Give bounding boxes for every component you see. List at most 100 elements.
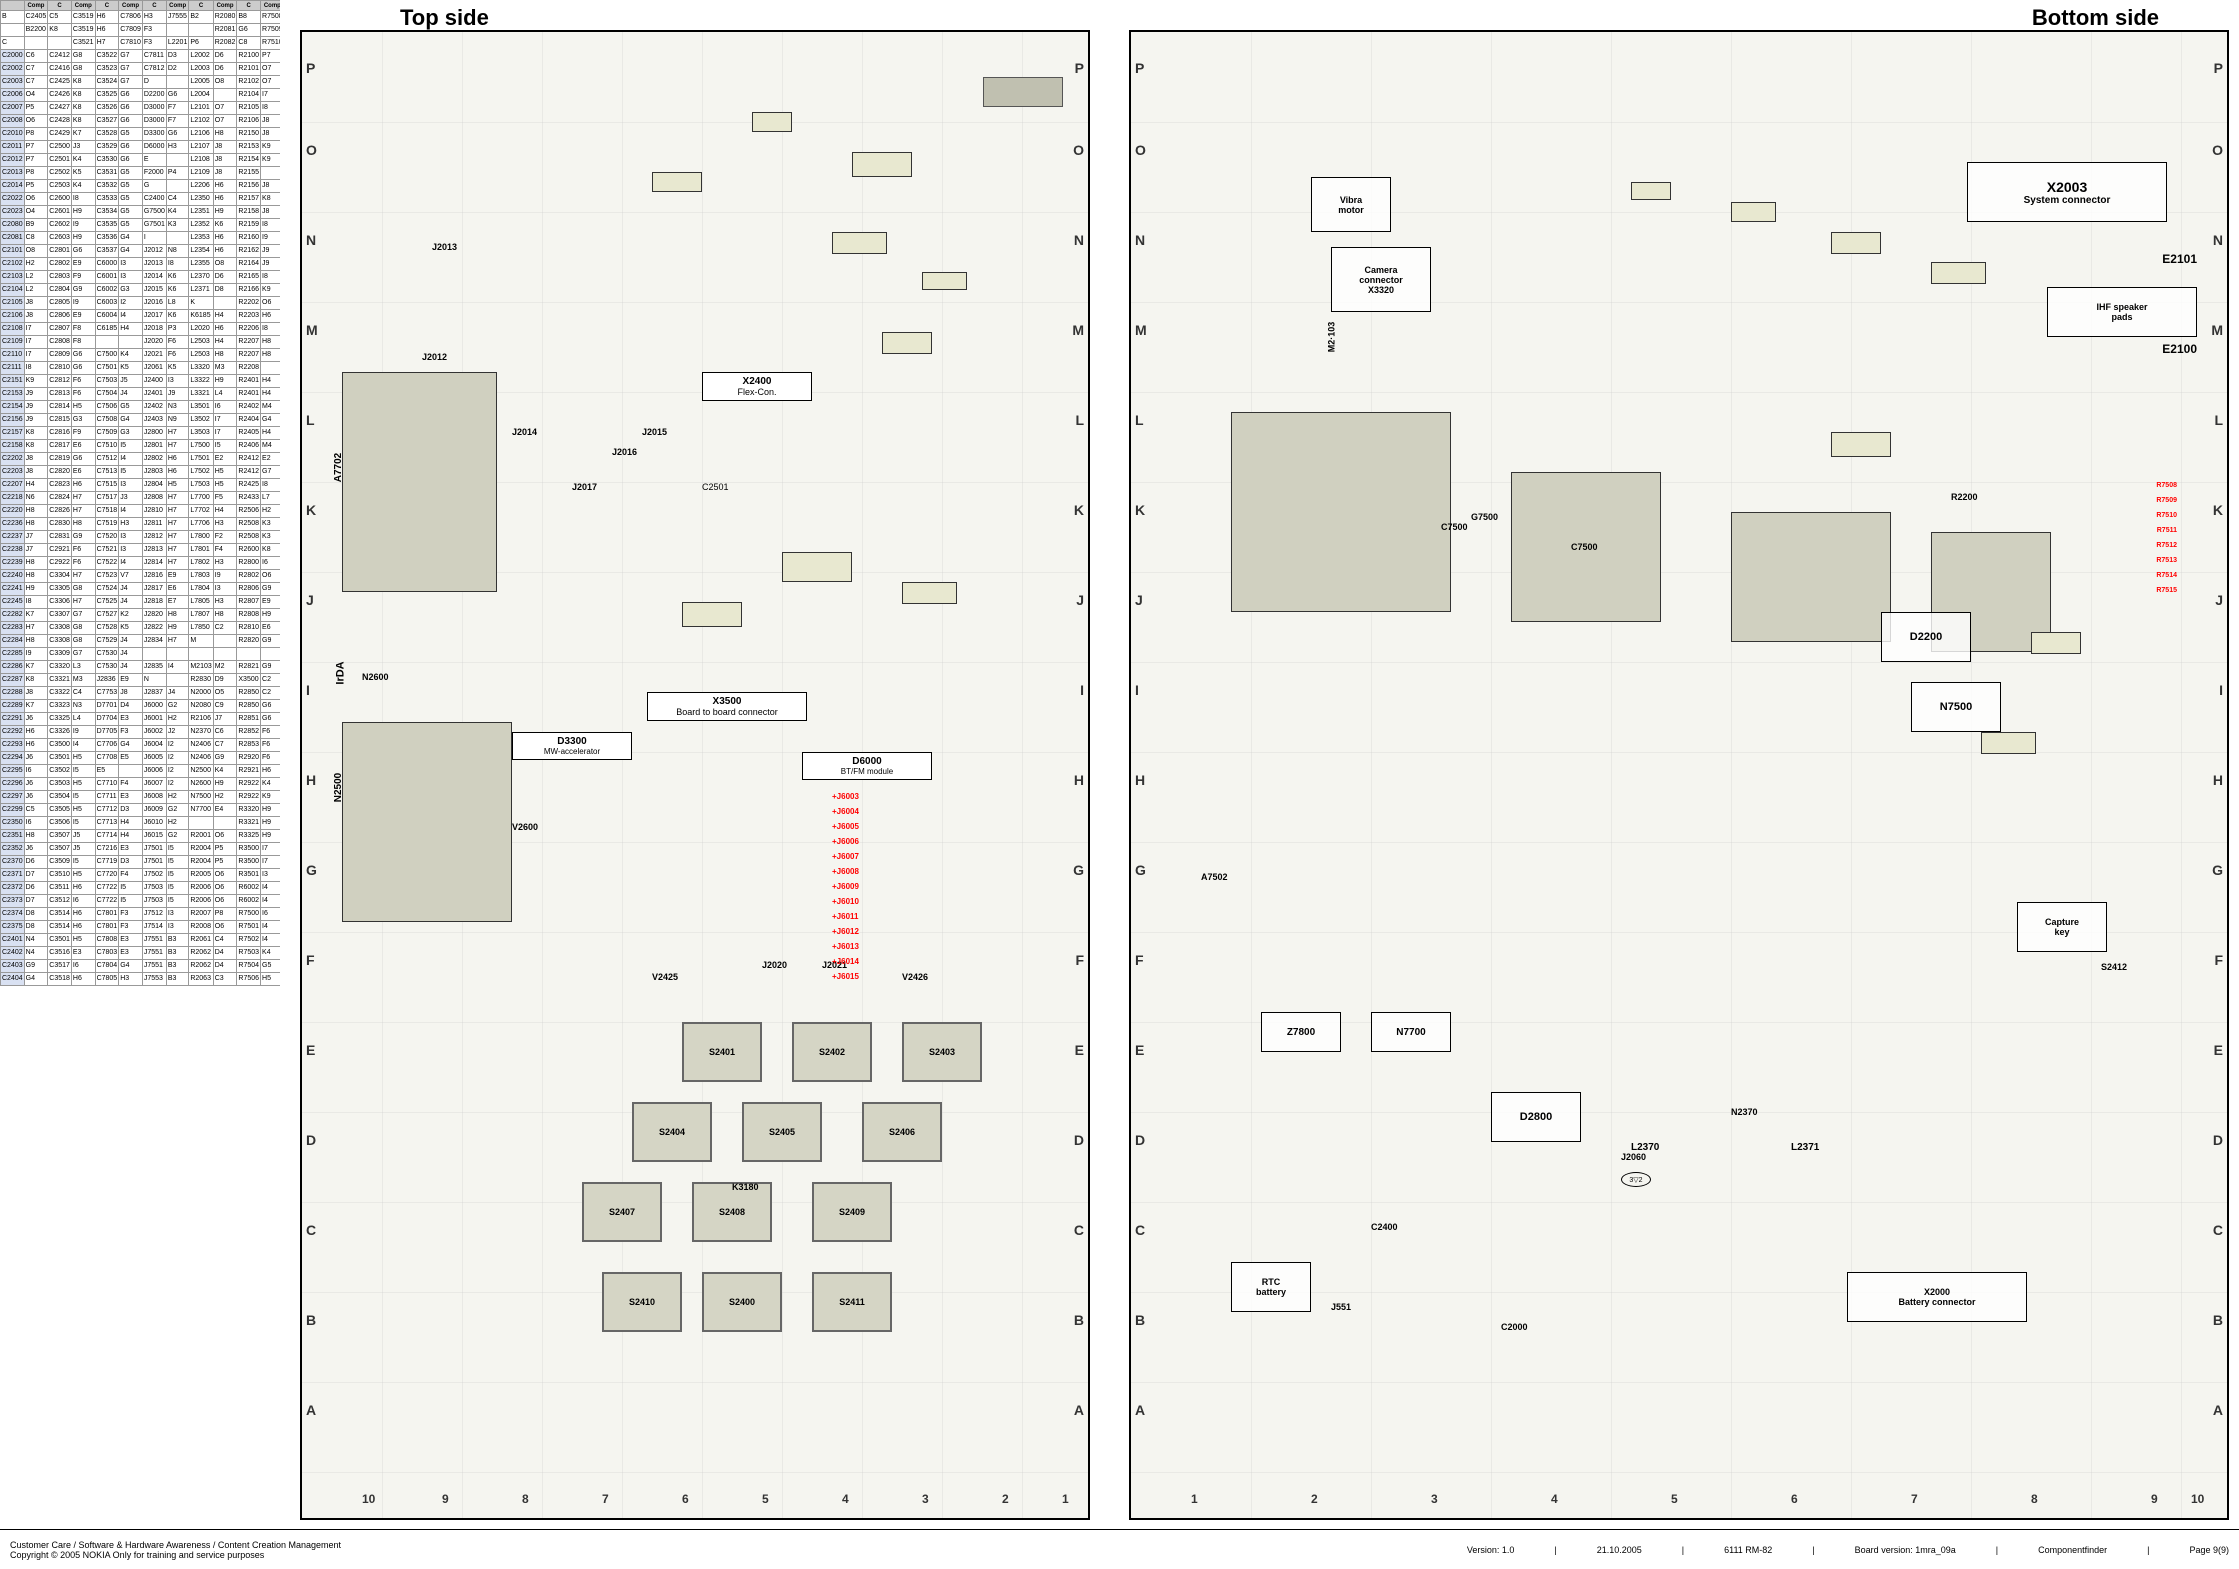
footer-separator4: | <box>1996 1545 1998 1555</box>
rtc-battery-box: RTCbattery <box>1231 1262 1311 1312</box>
s2401-label: S2401 <box>709 1047 735 1057</box>
row-label-e-top-r: E <box>1075 1042 1084 1058</box>
row-label-k-top-r: K <box>1074 502 1084 518</box>
e2100-label: E2100 <box>2162 342 2197 356</box>
d2200-box: D2200 <box>1881 612 1971 662</box>
large-ic-bot-1 <box>1231 412 1451 612</box>
red-comp-bot-3: R7510 <box>2156 512 2177 519</box>
row-label-b-bot: B <box>1135 1312 1145 1328</box>
red-comp-bot-1: R7508 <box>2156 482 2177 489</box>
row-label-n-bot-r: N <box>2213 232 2223 248</box>
row-label-k-top: K <box>306 502 316 518</box>
table-row: C2105J8C2805I9C6003I2J2016L8KR2202O6S240… <box>1 297 281 310</box>
footer-page: Page 9(9) <box>2189 1545 2229 1555</box>
red-plus-j6011: +J6011 <box>832 912 858 921</box>
red-plus-j6005: +J6005 <box>832 822 859 831</box>
row-label-n-bot: N <box>1135 232 1145 248</box>
table-row: C2297J6C3504I5C7711E3J6008H2N7500H2R2922… <box>1 791 281 804</box>
table-row: C2284H8C3308G8C7529J4J2834H7MR2820G9X318… <box>1 635 281 648</box>
red-plus-j6009: +J6009 <box>832 882 859 891</box>
s2410-label: S2410 <box>629 1297 655 1307</box>
s2412-label: S2412 <box>2101 962 2127 972</box>
j551-label: J551 <box>1331 1302 1351 1312</box>
footer-model: 6111 RM-82 <box>1724 1545 1772 1555</box>
n2500-ic <box>342 722 512 922</box>
row-label-m-bot: M <box>1135 322 1147 338</box>
table-row: C2292H6C3326I9D7705F3J6002J2N2370C6R2852… <box>1 726 281 739</box>
j2060-label-bot: J2060 <box>1621 1152 1646 1162</box>
c2501-label: C2501 <box>702 482 729 492</box>
row-label-i-top-r: I <box>1080 682 1084 698</box>
row-label-o-top: O <box>306 142 317 158</box>
l2371-label-bot: L2371 <box>1791 1142 1819 1153</box>
footer-version: Version: 1.0 <box>1467 1545 1515 1555</box>
footer-separator1: | <box>1554 1545 1556 1555</box>
red-comp-bot-5: R7512 <box>2156 542 2177 549</box>
irda-label: IrDA <box>335 661 347 684</box>
s2403-label: S2403 <box>929 1047 955 1057</box>
row-label-h-bot-r: H <box>2213 772 2223 788</box>
j2060-circle: 3▽2 <box>1621 1172 1651 1187</box>
d6000-label: D6000 <box>809 756 925 767</box>
bottom-side-label: Bottom side <box>2032 5 2159 31</box>
j2016-label: J2016 <box>612 447 637 457</box>
table-row: C2350I6C3506I5C7713H4J6010H2R3321H9 <box>1 817 281 830</box>
row-label-f-bot-r: F <box>2214 952 2223 968</box>
small-comp-bot-1 <box>1631 182 1671 200</box>
table-row: C2374D8C3514H6C7801F3J7512I3R2007P8R7500… <box>1 908 281 921</box>
table-row: C2202J8C2819G6C7512I4J2802H6L7501E2R2412… <box>1 453 281 466</box>
row-label-h-bot: H <box>1135 772 1145 788</box>
row-label-j-top-r: J <box>1076 592 1084 608</box>
row-label-p-bot-r: P <box>2214 60 2223 76</box>
row-label-l-bot: L <box>1135 412 1144 428</box>
col-4-bot: 4 <box>1551 1492 1558 1506</box>
ic-top-9 <box>902 582 957 604</box>
s2410-component: S2410 <box>602 1272 682 1332</box>
footer-right: Version: 1.0 | 21.10.2005 | 6111 RM-82 |… <box>1467 1545 2229 1555</box>
s2409-label: S2409 <box>839 1207 865 1217</box>
s2400-component: S2400 <box>702 1272 782 1332</box>
row-label-l-bot-r: L <box>2214 412 2223 428</box>
row-label-j-top: J <box>306 592 314 608</box>
row-label-e-top: E <box>306 1042 315 1058</box>
row-label-a-top-r: A <box>1074 1402 1084 1418</box>
s2408-label: S2408 <box>719 1207 745 1217</box>
table-row: C2153J9C2813F6C7504J4J2401J9L3321L4R2401… <box>1 388 281 401</box>
table-row: C2373D7C3512I6C7722I5J7503I5R2006O6R6002… <box>1 895 281 908</box>
table-row: C2104L2C2804G9C6002G3J2015K6L2371D8R2166… <box>1 284 281 297</box>
table-row: C2203J8C2820E6C7513I5J2803H6L7502H5R2412… <box>1 466 281 479</box>
s2409-component: S2409 <box>812 1182 892 1242</box>
row-label-d-top: D <box>306 1132 316 1148</box>
row-label-p-bot: P <box>1135 60 1144 76</box>
r2200-label-bot: R2200 <box>1951 492 1978 502</box>
small-comp-bot-5 <box>1831 432 1891 457</box>
red-comp-bot-7: R7514 <box>2156 572 2177 579</box>
table-row: C2299C5C3505H5C7712D3J6009G2N7700E4R3320… <box>1 804 281 817</box>
table-row: C2294J6C3501H5C7708E5J6005I2N2406G9R2920… <box>1 752 281 765</box>
v2600-label: V2600 <box>512 822 538 832</box>
red-plus-j6003: +J6003 <box>832 792 859 801</box>
col-7-bot: 7 <box>1911 1492 1918 1506</box>
j2017-label: J2017 <box>572 482 597 492</box>
n2370-label-bot: N2370 <box>1731 1107 1758 1117</box>
row-label-g-top: G <box>306 862 317 878</box>
table-row: C2236H8C2830H8C7519H3J2811H7L7706H3R2508… <box>1 518 281 531</box>
row-label-a-bot: A <box>1135 1402 1145 1418</box>
table-row: C2207H4C2823H6C7515I3J2804H5L7503H5R2425… <box>1 479 281 492</box>
c2400-label-bot: C2400 <box>1371 1222 1398 1232</box>
x2000-label: X2000 Battery connector <box>1898 1287 1975 1307</box>
table-row: CC3521H7C7810F3L2201P6R2082C8R7510G3 <box>1 37 281 50</box>
footer: Customer Care / Software & Hardware Awar… <box>0 1529 2239 1569</box>
footer-separator5: | <box>2147 1545 2149 1555</box>
table-row: C2102H2C2802E9C6000I3J2013I8L2355O8R2164… <box>1 258 281 271</box>
mw-accel-label: MW-accelerator <box>519 747 625 756</box>
row-label-c-top-r: C <box>1074 1222 1084 1238</box>
row-label-m-top-r: M <box>1072 322 1084 338</box>
table-row: C2101O8C2801G6C3537G4J2012N8L2354H6R2162… <box>1 245 281 258</box>
table-row: C2238J7C2921F6C7521I3J2813H7L7801F4R2600… <box>1 544 281 557</box>
s2407-label: S2407 <box>609 1207 635 1217</box>
table-row: C2111I8C2810G6C7501K5J2061K5L3320M3R2208… <box>1 362 281 375</box>
table-row: C2372D6C3511H6C7722I5J7503I5R2006O6R6002… <box>1 882 281 895</box>
pcb-bottom-diagram: P O N M L K J I H G F E D C B A P O N M … <box>1129 30 2229 1520</box>
table-row: C2008O6C2428K8C3527G6D3000F7L2102O7R2106… <box>1 115 281 128</box>
